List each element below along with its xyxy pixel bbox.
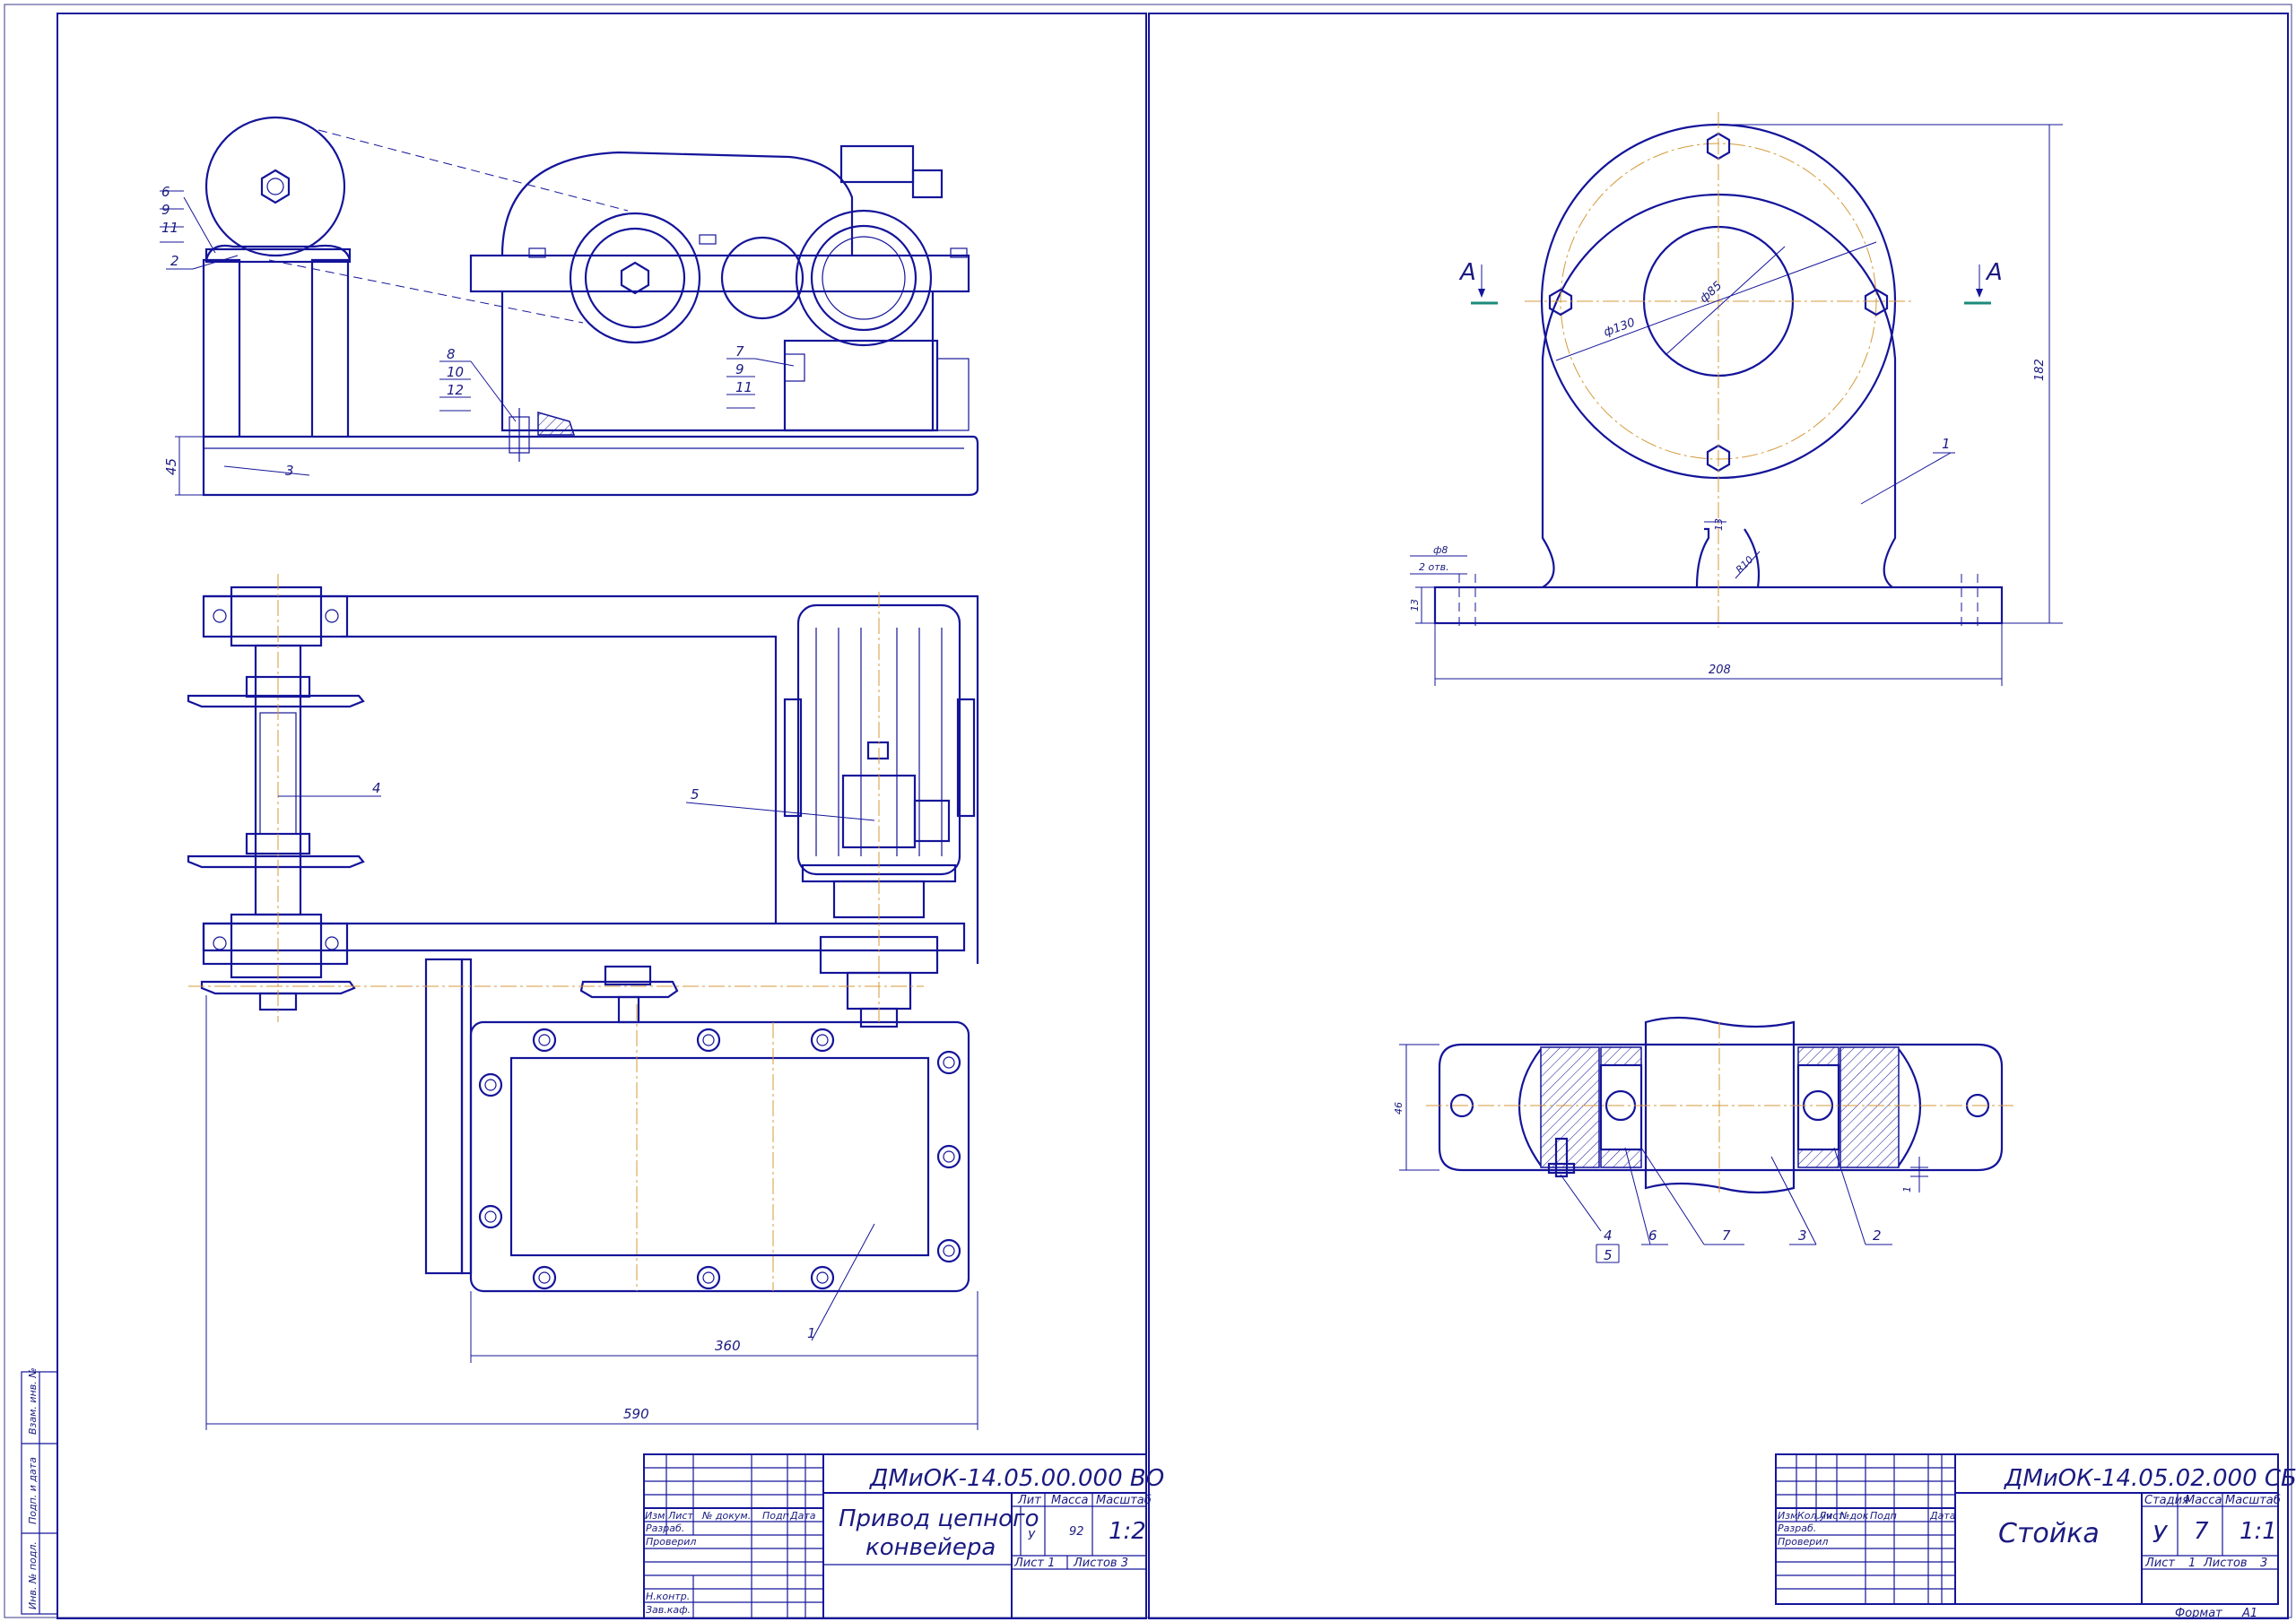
r-sheet-num: 1 bbox=[2188, 1557, 2196, 1570]
title-line-1: Привод цепного bbox=[839, 1505, 1039, 1532]
col-list: Лист bbox=[667, 1510, 693, 1522]
col-izm: Изм bbox=[645, 1510, 665, 1522]
dim-45-label: 45 bbox=[163, 458, 179, 475]
format-value: А1 bbox=[2241, 1607, 2257, 1620]
front-view-callouts: 6 9 11 2 3 8 10 12 7 9 11 bbox=[160, 184, 795, 479]
lit-value: У bbox=[1028, 1530, 1036, 1543]
stand-callout-1: 1 bbox=[1942, 436, 1951, 452]
row-razrab: Разраб. bbox=[646, 1522, 684, 1534]
col-podp: Подп bbox=[762, 1510, 789, 1522]
scale-header: Масштаб bbox=[1096, 1494, 1152, 1507]
side-stamp-text-3: Взам. инв. № bbox=[27, 1367, 39, 1435]
r-col-izm: Изм bbox=[1778, 1510, 1797, 1522]
section-callout-7: 7 bbox=[1722, 1227, 1731, 1244]
doc-code-right: ДМиОК-14.05.02.000 СБ bbox=[2004, 1465, 2296, 1492]
col-data: Дата bbox=[789, 1510, 816, 1522]
section-callout-3: 3 bbox=[1798, 1227, 1807, 1244]
r-col-data: Дата bbox=[1929, 1510, 1956, 1522]
doc-code-left: ДМиОК-14.05.00.000 ВО bbox=[869, 1465, 1164, 1492]
callout-12: 12 bbox=[447, 382, 464, 398]
dim-13-width-label: 13 bbox=[1713, 518, 1725, 531]
row-proveril: Проверил bbox=[646, 1536, 696, 1548]
callout-11a: 11 bbox=[161, 220, 178, 236]
r-sheets-label: Листов bbox=[2203, 1557, 2248, 1570]
scale-value: 1:2 bbox=[1109, 1518, 1146, 1545]
dim-208-label: 208 bbox=[1709, 664, 1731, 677]
title-line-2: конвейера bbox=[865, 1534, 996, 1561]
dim-holes-count-label: 2 отв. bbox=[1419, 561, 1449, 573]
front-view: 45 bbox=[163, 116, 979, 497]
callout-10: 10 bbox=[447, 364, 464, 380]
section-mark-left: А bbox=[1458, 259, 1476, 286]
r-mass-value: 7 bbox=[2194, 1518, 2209, 1545]
col-doc: № докум. bbox=[701, 1510, 751, 1522]
dim-46-label: 46 bbox=[1393, 1102, 1405, 1115]
title-block-left: Изм Лист № докум. Подп Дата Разраб. Пров… bbox=[643, 1453, 1164, 1619]
callout-4: 4 bbox=[372, 780, 381, 796]
callout-3: 3 bbox=[285, 463, 294, 479]
row-zavkaf: Зав.каф. bbox=[646, 1604, 691, 1616]
mass-header: Масса bbox=[1051, 1494, 1088, 1507]
section-callout-4: 4 bbox=[1604, 1227, 1613, 1244]
dim-182-label: 182 bbox=[2033, 359, 2047, 381]
r-col-doc: №док bbox=[1839, 1510, 1869, 1522]
dim-130-label: ф130 bbox=[1602, 316, 1637, 339]
gearbox-bolts bbox=[478, 1028, 961, 1290]
mass-value: 92 bbox=[1069, 1525, 1084, 1539]
side-stamp-text-1: Инв. № подл. bbox=[27, 1541, 39, 1609]
sheets-label: Листов 3 bbox=[1073, 1557, 1128, 1570]
dim-360-label: 360 bbox=[715, 1338, 741, 1354]
section-callout-2: 2 bbox=[1873, 1227, 1882, 1244]
format-label: Формат bbox=[2175, 1607, 2222, 1620]
dim-590-label: 590 bbox=[623, 1406, 649, 1422]
stage-value: У bbox=[2152, 1522, 2169, 1548]
sheet-label: Лист 1 bbox=[1013, 1557, 1055, 1570]
dim-r10-label: R10 bbox=[1734, 554, 1755, 576]
callout-11b: 11 bbox=[735, 379, 752, 395]
stand-front-view: А А ф130 ф85 182 208 13 ф8 2 отв. 13 R10… bbox=[1409, 112, 2063, 686]
stage-header: Стадия bbox=[2144, 1494, 2189, 1507]
r-sheet-label: Лист bbox=[2144, 1557, 2175, 1570]
callout-1: 1 bbox=[807, 1325, 816, 1341]
side-stamp-text-2: Подп. и дата bbox=[27, 1457, 39, 1524]
section-callout-5: 5 bbox=[1604, 1247, 1613, 1263]
r-scale-header: Масштаб bbox=[2225, 1494, 2281, 1507]
left-sheet-frame bbox=[57, 13, 1147, 1619]
dim-13-height-label: 13 bbox=[1409, 599, 1421, 612]
callout-6: 6 bbox=[161, 184, 170, 200]
r-mass-header: Масса bbox=[2185, 1494, 2222, 1507]
r-col-podp: Подп bbox=[1870, 1510, 1897, 1522]
r-row-proveril: Проверил bbox=[1778, 1536, 1828, 1548]
title-stand: Стойка bbox=[1998, 1518, 2100, 1549]
callout-5: 5 bbox=[691, 786, 700, 802]
lit-header: Лит bbox=[1017, 1494, 1041, 1507]
r-scale-value: 1:1 bbox=[2239, 1518, 2277, 1545]
callout-7: 7 bbox=[735, 343, 744, 360]
dim-hole-label: ф8 bbox=[1433, 544, 1448, 556]
row-nkontr: Н.контр. bbox=[646, 1591, 690, 1602]
top-view: 360 590 4 5 1 bbox=[187, 574, 979, 1430]
callout-2: 2 bbox=[170, 253, 179, 269]
dim-gap-label: 1 bbox=[1901, 1186, 1913, 1193]
r-row-razrab: Разраб. bbox=[1778, 1522, 1816, 1534]
callout-8: 8 bbox=[447, 346, 456, 362]
dim-85-label: ф85 bbox=[1698, 279, 1726, 306]
callout-9b: 9 bbox=[735, 361, 744, 377]
title-block-right: Изм Кол.уч Лист №док Подп Дата Разраб. П… bbox=[1775, 1453, 2296, 1620]
callout-9a: 9 bbox=[161, 202, 170, 218]
section-mark-right: А bbox=[1985, 259, 2003, 286]
r-sheets-num: 3 bbox=[2260, 1557, 2267, 1570]
side-stamp: Инв. № подл. Подп. и дата Взам. инв. № bbox=[21, 1367, 58, 1615]
stand-section-view: 46 1 4 5 6 7 3 2 bbox=[1393, 1016, 2013, 1263]
section-callout-6: 6 bbox=[1648, 1227, 1657, 1244]
drawing-sheet: Инв. № подл. Подп. и дата Взам. инв. № 4… bbox=[4, 4, 2296, 1620]
